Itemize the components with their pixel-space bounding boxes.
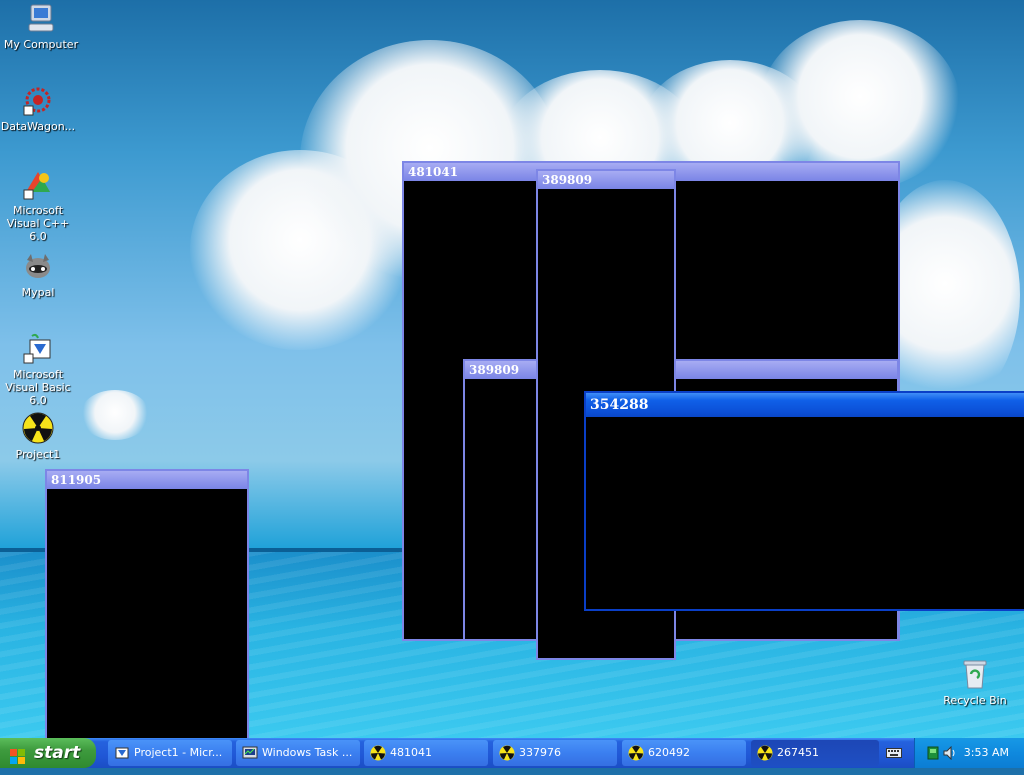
keyboard-icon[interactable] (886, 746, 902, 760)
radiation-icon (757, 745, 773, 761)
taskbar-button-337976[interactable]: 337976 (493, 740, 617, 766)
taskbar-button-task-manager[interactable]: Windows Task ... (236, 740, 360, 766)
task-manager-icon (242, 745, 258, 761)
window-title[interactable]: 389809 (465, 361, 897, 379)
taskbar-button-620492[interactable]: 620492 (622, 740, 746, 766)
taskbar-button-481041[interactable]: 481041 (364, 740, 488, 766)
desktop-icon-label: Project1 (15, 448, 61, 461)
taskbar-button-label: Project1 - Micr... (134, 746, 223, 759)
desktop-icon-label: Microsoft Visual C++ 6.0 (6, 204, 70, 243)
desktop-icon-visual-cpp[interactable]: Microsoft Visual C++ 6.0 (0, 168, 79, 243)
desktop-icon-label: Microsoft Visual Basic 6.0 (5, 368, 71, 407)
desktop-icon-label: DataWagon... (0, 120, 76, 133)
datawagon-icon (22, 84, 54, 116)
taskbar-button-label: 620492 (648, 746, 690, 759)
taskbar: start Project1 - Micr... Windows Task ..… (0, 738, 1024, 768)
network-icon[interactable] (927, 746, 939, 763)
desktop-icon-datawagon[interactable]: DataWagon... (0, 84, 79, 133)
radiation-icon (628, 745, 644, 761)
window-title[interactable]: 389809 (538, 171, 674, 189)
volume-icon[interactable] (943, 745, 957, 763)
start-label: start (34, 743, 81, 763)
window-354288[interactable]: 354288 (584, 391, 1024, 611)
desktop-icon-recycle-bin[interactable]: Recycle Bin (934, 658, 1016, 707)
visual-basic-icon (22, 332, 54, 364)
radiation-icon (22, 412, 54, 444)
desktop-icon-mypal[interactable]: Mypal (0, 250, 79, 299)
desktop-icon-label: Mypal (21, 286, 55, 299)
system-tray: 3:53 AM (914, 738, 1024, 768)
window-title[interactable]: 811905 (47, 471, 247, 489)
desktop-icon-visual-basic[interactable]: Microsoft Visual Basic 6.0 (0, 332, 79, 407)
mypal-icon (22, 250, 54, 282)
desktop-icon-label: Recycle Bin (943, 694, 1007, 707)
clock[interactable]: 3:53 AM (964, 738, 1009, 768)
computer-icon (25, 2, 57, 34)
radiation-icon (499, 745, 515, 761)
taskbar-button-project1[interactable]: Project1 - Micr... (108, 740, 232, 766)
windows-logo-icon (10, 745, 26, 764)
desktop-icon-project1[interactable]: Project1 (0, 412, 79, 461)
window-title[interactable]: 354288 (586, 393, 1024, 417)
desktop-icon-label: My Computer (3, 38, 79, 51)
recycle-bin-icon (959, 658, 991, 690)
taskbar-button-label: 481041 (390, 746, 432, 759)
vb-project-icon (114, 745, 130, 761)
taskbar-button-label: Windows Task ... (262, 746, 353, 759)
start-button[interactable]: start (0, 738, 96, 768)
window-811905[interactable]: 811905 (45, 469, 249, 740)
desktop-icon-my-computer[interactable]: My Computer (0, 2, 82, 51)
taskbar-button-267451[interactable]: 267451 (751, 740, 879, 766)
taskbar-button-label: 267451 (777, 746, 819, 759)
taskbar-button-label: 337976 (519, 746, 561, 759)
visual-cpp-icon (22, 168, 54, 200)
radiation-icon (370, 745, 386, 761)
